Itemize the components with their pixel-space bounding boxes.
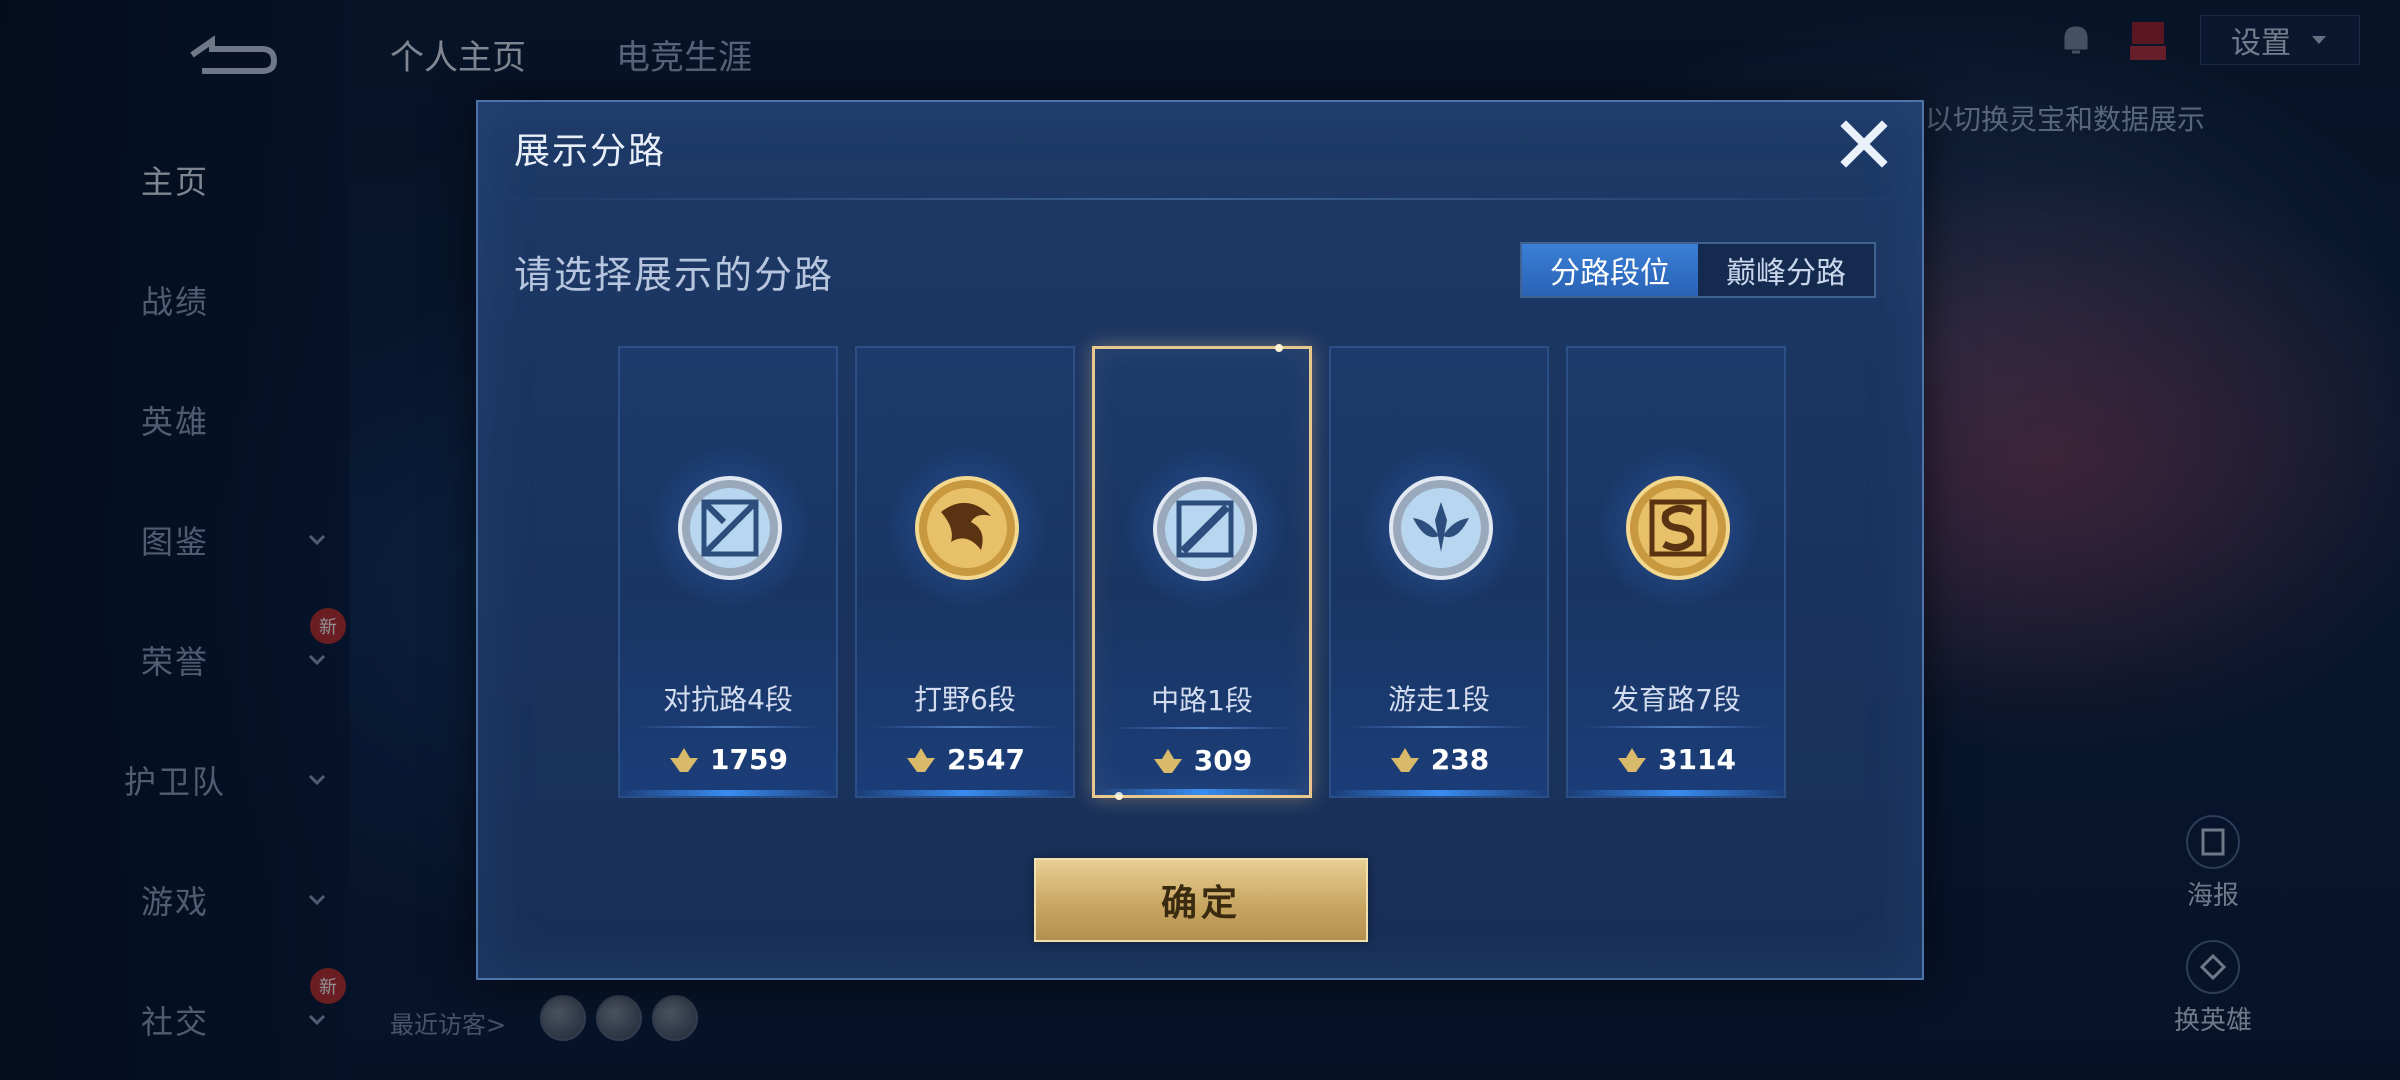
lane-rank-label: 发育路7段 [1611,683,1741,716]
lane-points: 3114 [1568,743,1784,776]
lane-card-mid[interactable]: 中路1段 309 [1092,344,1312,800]
lane-points: 2547 [857,743,1073,776]
lane-points-value: 1759 [710,743,788,776]
lane-rank-label: 中路1段 [1151,684,1253,717]
lane-rank-label: 对抗路4段 [663,683,793,716]
divider [478,198,1922,200]
lane-points: 238 [1331,743,1547,776]
divider [636,726,820,728]
dialog-subtitle: 请选择展示的分路 [514,253,835,297]
corner-sparkle [1275,344,1283,352]
roam-silver-icon [1389,476,1493,580]
lane-card-farm[interactable]: 发育路7段 3114 [1566,346,1786,798]
corner-sparkle [1115,792,1123,800]
lane-points-icon [1153,748,1182,773]
lane-display-dialog: 展示分路 请选择展示的分路 分路段位 巅峰分路 对抗路4段 1759 打野6段 … [476,100,1924,980]
lane-card-clash[interactable]: 对抗路4段 1759 [618,346,838,798]
lane-points-icon [1390,747,1419,772]
lane-card-roam[interactable]: 游走1段 238 [1329,346,1549,798]
lane-points-value: 238 [1430,743,1490,776]
confirm-button[interactable]: 确定 [1034,858,1368,942]
divider [873,726,1057,728]
lane-card-jungle[interactable]: 打野6段 2547 [855,346,1075,798]
lane-rank-label: 打野6段 [914,683,1016,716]
view-mode-toggle: 分路段位 巅峰分路 [1520,242,1876,298]
lane-points-icon [1618,747,1647,772]
lane-points-icon [670,747,699,772]
jungle-gold-icon [915,476,1019,580]
lane-points-value: 309 [1193,744,1253,777]
dialog-title: 展示分路 [514,131,667,172]
tab-peak-lane[interactable]: 巅峰分路 [1698,244,1874,296]
lane-points: 1759 [620,743,836,776]
lane-points-value: 3114 [1658,743,1736,776]
lane-points-icon [907,747,936,772]
divider [1584,726,1768,728]
close-button[interactable] [1836,116,1892,172]
clash-lane-silver-icon [678,476,782,580]
close-icon [1840,120,1888,168]
lane-rank-label: 游走1段 [1388,683,1490,716]
lane-cards: 对抗路4段 1759 打野6段 2547 中路1段 309 游走1段 238 发… [618,344,1788,800]
lane-points-value: 2547 [947,743,1025,776]
lane-points: 309 [1095,744,1309,777]
mid-lane-silver-icon [1153,477,1257,581]
divider [1111,727,1293,729]
divider [1347,726,1531,728]
tab-lane-rank[interactable]: 分路段位 [1522,244,1698,296]
farm-lane-gold-icon [1626,476,1730,580]
